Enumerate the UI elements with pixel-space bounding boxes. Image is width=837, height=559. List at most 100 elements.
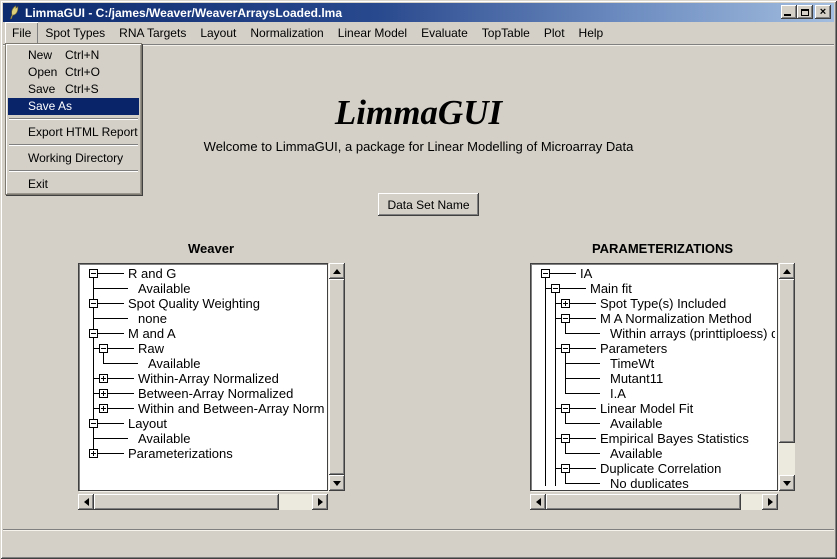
tree-node-empirical-bayes-statistics[interactable]: Empirical Bayes Statistics [600,431,749,446]
parameterizations-tree-box: IAMain fitSpot Type(s) IncludedM A Norma… [530,263,778,491]
tree-expand-toggle[interactable] [99,404,108,413]
file-menu-item-exit[interactable]: Exit [8,176,139,193]
menubar-item-help[interactable]: Help [572,22,611,44]
tree-node-raw[interactable]: Raw [138,341,164,356]
tree-expand-toggle[interactable] [551,284,560,293]
scroll-left-button[interactable] [78,494,94,510]
tree-connector [570,438,596,439]
weaver-horizontal-scrollbar[interactable] [78,494,328,510]
parameterizations-horizontal-scrollbar[interactable] [530,494,778,510]
tree-node-available[interactable]: Available [610,416,663,431]
file-menu-item-open[interactable]: OpenCtrl+O [8,64,139,81]
tree-connector [103,352,104,363]
tree-node-main-fit[interactable]: Main fit [590,281,632,296]
tree-expand-toggle[interactable] [89,269,98,278]
arrow-left-icon [536,498,541,506]
tree-expand-toggle[interactable] [561,464,570,473]
tree-node-ia[interactable]: IA [580,266,592,281]
scroll-down-button[interactable] [329,475,345,491]
scroll-left-button[interactable] [530,494,546,510]
tree-expand-toggle[interactable] [99,344,108,353]
menubar-item-linear-model[interactable]: Linear Model [331,22,414,44]
tree-expand-toggle[interactable] [89,299,98,308]
tk-feather-icon[interactable] [6,5,21,20]
titlebar[interactable]: LimmaGUI - C:/james/Weaver/WeaverArraysL… [3,3,834,22]
file-menu-item-working-directory[interactable]: Working Directory [8,150,139,167]
tree-expand-toggle[interactable] [99,389,108,398]
tree-node-available[interactable]: Available [138,281,191,296]
tree-node-between-array-normalized[interactable]: Between-Array Normalized [138,386,293,401]
menubar-item-toptable[interactable]: TopTable [475,22,537,44]
menubar-item-file[interactable]: File [5,22,38,44]
scrollbar-thumb[interactable] [546,494,741,510]
tree-connector [565,363,600,364]
scroll-right-button[interactable] [762,494,778,510]
tree-node-none[interactable]: none [138,311,167,326]
tree-connector [545,273,546,486]
tree-expand-toggle[interactable] [561,404,570,413]
tree-node-within-and-between-array-norm[interactable]: Within and Between-Array Norm [138,401,324,416]
scrollbar-thumb[interactable] [329,279,345,475]
tree-expand-toggle[interactable] [561,344,570,353]
tree-connector [565,412,566,423]
window-title: LimmaGUI - C:/james/Weaver/WeaverArraysL… [25,6,342,20]
tree-expand-toggle[interactable] [561,434,570,443]
tree-node-within-arrays-printtiploess-d[interactable]: Within arrays (printtiploess) d [610,326,775,341]
tree-expand-toggle[interactable] [541,269,550,278]
tree-node-timewt[interactable]: TimeWt [610,356,654,371]
tree-node-r-and-g[interactable]: R and G [128,266,176,281]
minimize-button[interactable] [781,5,797,19]
maximize-button[interactable] [797,5,813,19]
tree-node-linear-model-fit[interactable]: Linear Model Fit [600,401,693,416]
tree-expand-toggle[interactable] [561,314,570,323]
tree-expand-toggle[interactable] [89,329,98,338]
tree-node-i-a[interactable]: I.A [610,386,626,401]
tree-node-available[interactable]: Available [148,356,201,371]
scrollbar-thumb[interactable] [94,494,279,510]
data-set-name-button[interactable]: Data Set Name [378,193,479,216]
tree-expand-toggle[interactable] [99,374,108,383]
tree-node-mutant11[interactable]: Mutant11 [610,371,663,386]
file-menu-item-save[interactable]: SaveCtrl+S [8,81,139,98]
scroll-down-button[interactable] [779,475,795,491]
tree-connector [560,288,586,289]
file-menu-item-new[interactable]: NewCtrl+N [8,47,139,64]
tree-expand-toggle[interactable] [561,299,570,308]
menubar-item-evaluate[interactable]: Evaluate [414,22,475,44]
tree-node-no-duplicates[interactable]: No duplicates [610,476,689,488]
menubar-item-plot[interactable]: Plot [537,22,572,44]
file-menu-item-export-html-report[interactable]: Export HTML Report [8,124,139,141]
tree-node-duplicate-correlation[interactable]: Duplicate Correlation [600,461,721,476]
tree-node-available[interactable]: Available [138,431,191,446]
menubar-item-rna-targets[interactable]: RNA Targets [112,22,193,44]
tree-connector [93,277,94,288]
weaver-tree-box: R and GAvailableSpot Quality Weightingno… [78,263,328,491]
scroll-up-button[interactable] [779,263,795,279]
close-button[interactable]: × [815,5,831,19]
tree-node-spot-type-s-included[interactable]: Spot Type(s) Included [600,296,726,311]
arrow-up-icon [333,269,341,274]
tree-node-within-array-normalized[interactable]: Within-Array Normalized [138,371,279,386]
file-menu-item-save-as[interactable]: Save As [8,98,139,115]
tree-node-layout[interactable]: Layout [128,416,167,431]
tree-node-spot-quality-weighting[interactable]: Spot Quality Weighting [128,296,260,311]
scrollbar-thumb[interactable] [779,279,795,443]
weaver-vertical-scrollbar[interactable] [329,263,345,491]
tree-node-parameterizations[interactable]: Parameterizations [128,446,233,461]
menubar-item-normalization[interactable]: Normalization [243,22,330,44]
menu-item-label: Exit [28,177,48,191]
weaver-tree: R and GAvailableSpot Quality Weightingno… [81,266,325,488]
menu-separator [9,144,138,146]
tree-node-parameters[interactable]: Parameters [600,341,667,356]
parameterizations-vertical-scrollbar[interactable] [779,263,795,491]
tree-expand-toggle[interactable] [89,449,98,458]
menubar-item-spot-types[interactable]: Spot Types [38,22,112,44]
tree-node-available[interactable]: Available [610,446,663,461]
tree-expand-toggle[interactable] [89,419,98,428]
scroll-up-button[interactable] [329,263,345,279]
tree-node-m-and-a[interactable]: M and A [128,326,176,341]
menubar-item-layout[interactable]: Layout [193,22,243,44]
scroll-right-button[interactable] [312,494,328,510]
tree-node-m-a-normalization-method[interactable]: M A Normalization Method [600,311,752,326]
tree-connector [570,303,596,304]
